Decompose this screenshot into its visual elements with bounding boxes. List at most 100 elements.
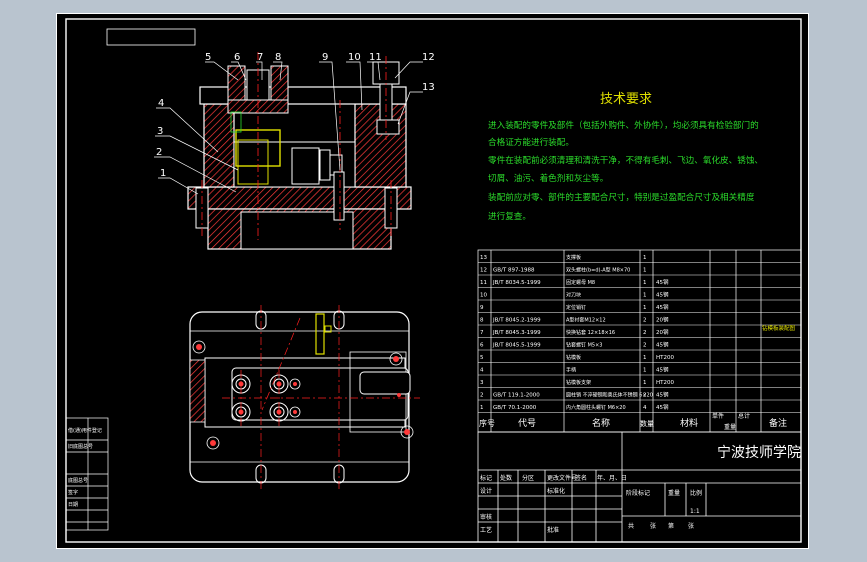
bom-header-material: 材料 bbox=[680, 417, 698, 429]
bom-cell-qty: 1 bbox=[643, 305, 647, 311]
drawing-sheet: 借(通)用件登记 旧底图总号 底图总号 签字 日期 5 6 7 8 9 10 1… bbox=[56, 13, 809, 549]
bom-cell-name: 钻套螺钉 M5×3 bbox=[566, 342, 602, 349]
bom-cell-code: JB/T 8045.3-1999 bbox=[492, 330, 541, 336]
bom-cell-no: 1 bbox=[480, 405, 484, 411]
bom-cell-name: 钻模板 bbox=[566, 354, 581, 361]
bom-cell-no: 7 bbox=[480, 330, 484, 336]
bom-cell-name: 双头螺柱(b=d)-A型 M8×70 bbox=[566, 267, 630, 274]
bom-cell-qty: 1 bbox=[643, 368, 647, 374]
tb-standardize: 标准化 bbox=[547, 487, 565, 495]
bom-cell-qty: 2 bbox=[643, 393, 647, 399]
bom-cell-no: 6 bbox=[480, 343, 484, 349]
bom-cell-name: 固定螺母 M8 bbox=[566, 279, 595, 286]
side-panel-label-0: 借(通)用件登记 bbox=[68, 427, 102, 434]
top-view bbox=[189, 305, 420, 490]
balloon-4: 4 bbox=[158, 98, 164, 109]
bom-header-unit-weight: 单件 bbox=[712, 412, 724, 420]
bom-header-remark: 备注 bbox=[769, 417, 787, 429]
school-name: 宁波技师学院 bbox=[717, 444, 801, 461]
bom-cell-qty: 1 bbox=[643, 293, 647, 299]
bom-cell-no: 3 bbox=[480, 380, 484, 386]
side-panel-label-1: 旧底图总号 bbox=[68, 443, 93, 450]
tb-sheet-unit: 张 bbox=[688, 522, 694, 530]
bom-cell-code: JB/T 8034.5-1999 bbox=[492, 280, 541, 286]
bom-side-note: 钻模板装配图 bbox=[762, 324, 796, 332]
bom-cell-no: 11 bbox=[480, 280, 487, 286]
bom-cell-name: A型衬套M12×12 bbox=[566, 317, 606, 324]
tb-date: 年、月、日 bbox=[597, 474, 627, 482]
tb-sheet-no: 第 bbox=[668, 522, 674, 530]
bom-cell-material: HT200 bbox=[656, 380, 674, 386]
tb-process: 工艺 bbox=[480, 526, 492, 534]
bom-cell-code: GB/T 897-1988 bbox=[493, 268, 535, 274]
tb-weight: 重量 bbox=[668, 489, 680, 497]
bom-cell-no: 5 bbox=[480, 355, 484, 361]
tb-zone: 分区 bbox=[522, 474, 534, 482]
tb-design: 设计 bbox=[480, 487, 492, 495]
bom-cell-qty: 1 bbox=[643, 268, 647, 274]
bom-header-name: 名称 bbox=[592, 417, 610, 429]
balloon-1: 1 bbox=[160, 168, 166, 179]
tb-sheets-total: 共 bbox=[628, 522, 634, 530]
balloon-9: 9 bbox=[322, 52, 328, 63]
bom-cell-material: 45钢 bbox=[656, 278, 669, 286]
bom-cell-name: 对刀块 bbox=[566, 292, 581, 299]
tb-mark: 标记 bbox=[480, 474, 492, 482]
balloon-10: 10 bbox=[348, 52, 361, 63]
bom-cell-material: 45钢 bbox=[656, 341, 669, 349]
bom-header-total-weight: 总计 bbox=[738, 412, 750, 420]
tech-title: 技术要求 bbox=[600, 92, 652, 107]
balloon-11: 11 bbox=[369, 52, 382, 63]
tech-line-4: 装配前应对零、部件的主要配合尺寸，特别是过盈配合尺寸及相关精度 bbox=[488, 191, 755, 203]
balloon-3: 3 bbox=[157, 126, 163, 137]
bom-cell-no: 12 bbox=[480, 268, 487, 274]
bom-cell-name: 钻模板支架 bbox=[566, 379, 591, 386]
bom-cell-no: 9 bbox=[480, 305, 484, 311]
tb-review: 审核 bbox=[480, 513, 492, 521]
tb-scale: 比例 bbox=[690, 489, 702, 497]
bom-cell-name: 定位销钉 bbox=[566, 304, 586, 311]
bom-cell-qty: 2 bbox=[643, 318, 647, 324]
bom-cell-no: 13 bbox=[480, 255, 487, 261]
bom-cell-qty: 4 bbox=[643, 405, 647, 411]
bom-cell-qty: 1 bbox=[643, 280, 647, 286]
bom-cell-material: 45钢 bbox=[656, 366, 669, 374]
bom-cell-material: 45钢 bbox=[656, 303, 669, 311]
balloon-8: 8 bbox=[275, 52, 281, 63]
tech-line-2: 零件在装配前必须清理和清洗干净，不得有毛刺、飞边、氧化皮、锈蚀、 bbox=[488, 154, 763, 166]
bom-cell-code: GB/T 119.1-2000 bbox=[493, 393, 540, 399]
bom-cell-name: 手柄 bbox=[566, 367, 576, 374]
bom-cell-code: GB/T 70.1-2000 bbox=[493, 405, 537, 411]
balloon-5: 5 bbox=[205, 52, 211, 63]
balloon-6: 6 bbox=[234, 52, 240, 63]
bom-header-no: 序号 bbox=[479, 418, 495, 428]
bom-cell-material: 45钢 bbox=[656, 391, 669, 399]
bom-header-code: 代号 bbox=[518, 418, 536, 429]
tb-sheets-unit: 张 bbox=[650, 522, 656, 530]
bom-cell-no: 4 bbox=[480, 368, 484, 374]
tech-line-0: 进入装配的零件及部件（包括外购件、外协件），均必须具有检验部门的 bbox=[488, 119, 759, 131]
side-panel-label-4: 日期 bbox=[68, 502, 78, 508]
balloon-7: 7 bbox=[257, 52, 263, 63]
bom-cell-material: HT200 bbox=[656, 355, 674, 361]
bom-cell-code: JB/T 8045.2-1999 bbox=[492, 318, 541, 324]
tb-approve: 批准 bbox=[547, 526, 559, 534]
side-panel-label-3: 签字 bbox=[68, 489, 78, 496]
bom-cell-qty: 1 bbox=[643, 355, 647, 361]
bom-cell-name: 支撑板 bbox=[566, 254, 581, 261]
tech-line-5: 进行复查。 bbox=[488, 210, 531, 222]
tb-sign: 签名 bbox=[575, 474, 587, 482]
bom-cell-qty: 2 bbox=[643, 343, 647, 349]
tb-stage-mark: 阶段标记 bbox=[626, 489, 650, 497]
bom-cell-material: 20钢 bbox=[656, 328, 669, 336]
bom-cell-no: 10 bbox=[480, 293, 487, 299]
bom-cell-material: 45钢 bbox=[656, 291, 669, 299]
tech-line-3: 切屑、油污、着色剂和灰尘等。 bbox=[488, 172, 608, 184]
bom-cell-material: 45钢 bbox=[656, 403, 669, 411]
balloon-13: 13 bbox=[422, 82, 435, 93]
balloon-2: 2 bbox=[156, 147, 162, 158]
bom-cell-code: JB/T 8045.5-1999 bbox=[492, 343, 541, 349]
bom-header-qty: 数量 bbox=[640, 419, 654, 428]
bom-cell-name: 内六角圆柱头螺钉 M6×20 bbox=[566, 404, 626, 411]
bom-header-weight: 重量 bbox=[724, 423, 736, 431]
